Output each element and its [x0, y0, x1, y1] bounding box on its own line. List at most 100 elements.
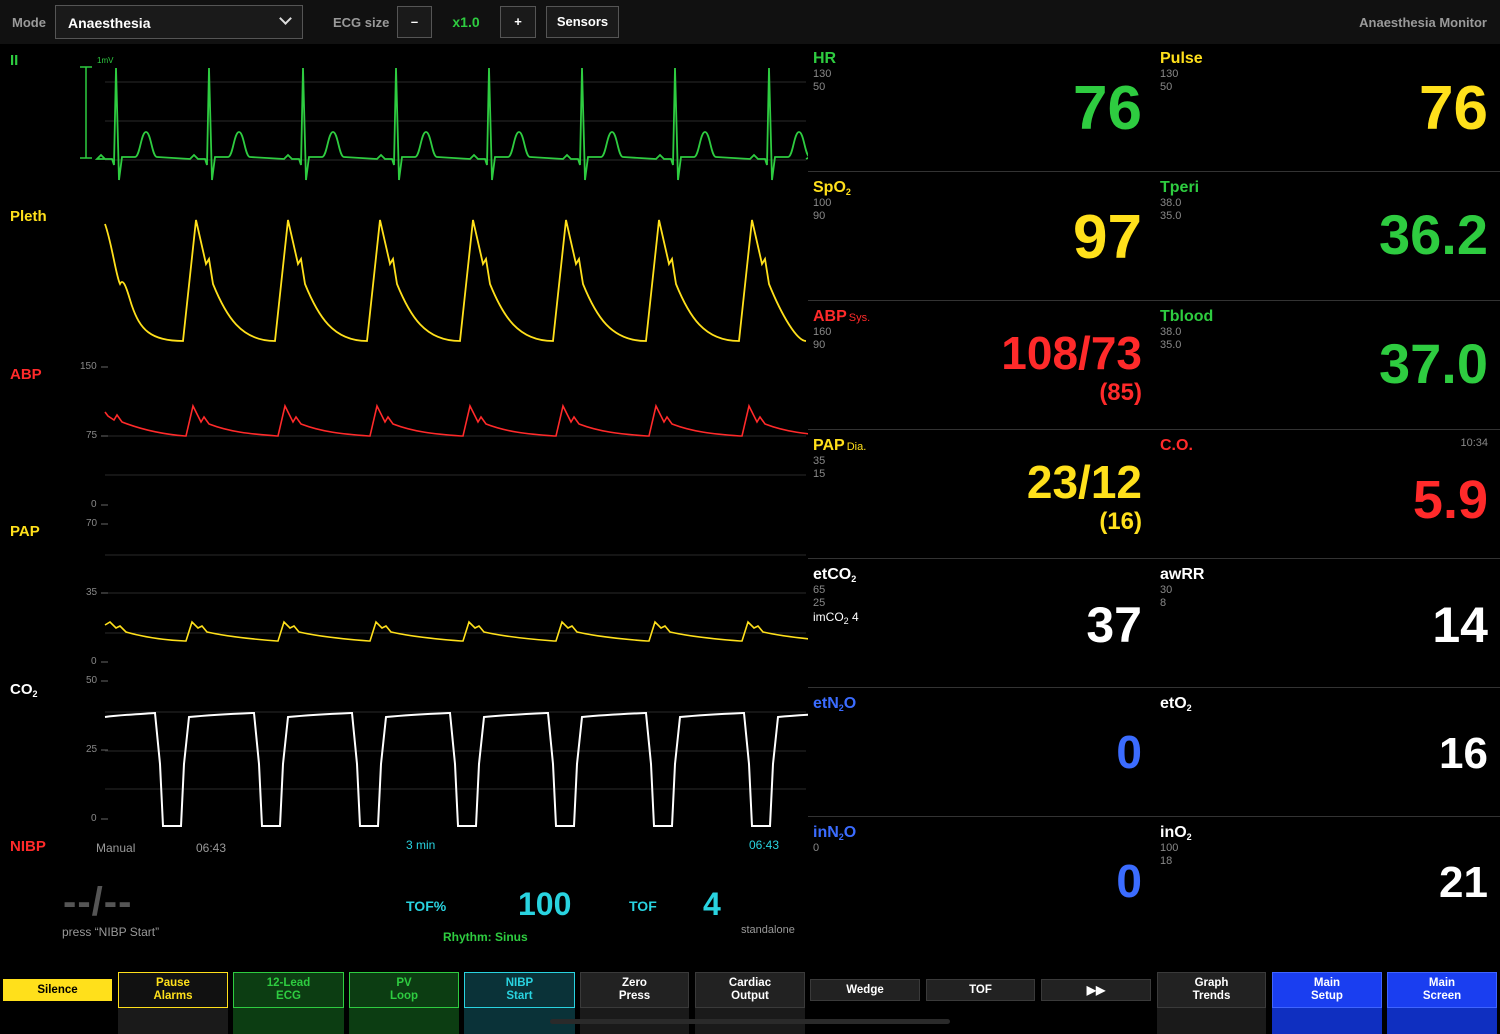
tblood-low-limit: 35.0	[1160, 339, 1182, 351]
pause-alarms-button[interactable]: Pause Alarms	[118, 972, 228, 1008]
awrr-low-limit: 8	[1160, 597, 1167, 609]
spo2-label: SpO2	[813, 179, 851, 197]
tperi-value: 36.2	[1379, 203, 1488, 266]
nibp-interval: 3 min	[406, 838, 436, 852]
nibp-time: 06:43	[196, 841, 227, 855]
spo2-tile[interactable]: SpO2 100 90 97	[808, 173, 1154, 301]
abp-tile[interactable]: ABP Sys. 160 90 108/73 (85)	[808, 302, 1154, 430]
spo2-value: 97	[1073, 203, 1142, 272]
nibp-label: NIBP	[10, 838, 46, 855]
abp-waveform	[104, 403, 808, 437]
tof-pct-label: TOF%	[406, 898, 447, 914]
hr-value: 76	[1073, 74, 1142, 143]
ino2-label: inO2	[1160, 824, 1192, 842]
awrr-tile[interactable]: awRR 30 8 14	[1154, 560, 1500, 688]
tblood-high-limit: 38.0	[1160, 326, 1182, 338]
pap-waveform	[104, 620, 808, 642]
tperi-tile[interactable]: Tperi 38.0 35.0 36.2	[1154, 173, 1500, 301]
tof-button[interactable]: TOF	[926, 979, 1035, 1001]
tof-label: TOF	[629, 898, 657, 914]
ecg-calibration-bar	[80, 66, 92, 159]
co-value: 5.9	[1412, 470, 1488, 530]
inn2o-value: 0	[1116, 855, 1142, 907]
pulse-low-limit: 50	[1160, 81, 1173, 93]
top-bar: Mode Anaesthesia ECG size – x1.0 + Senso…	[0, 0, 1500, 44]
pap-value: 23/12	[1026, 456, 1142, 508]
abp-tile-label: ABP Sys.	[813, 308, 871, 325]
ecg-scale-label: 1mV	[97, 56, 114, 65]
waveform-canvas	[80, 66, 808, 827]
pleth-waveform	[104, 219, 807, 342]
ecg-waveform	[94, 67, 808, 181]
co-tile[interactable]: C.O. 10:34 5.9	[1154, 431, 1500, 559]
tblood-tile[interactable]: Tblood 38.0 35.0 37.0	[1154, 302, 1500, 430]
ino2-tile[interactable]: inO2 100 18 21	[1154, 818, 1500, 946]
cardiac-output-button[interactable]: Cardiac Output	[695, 972, 805, 1008]
graph-trends-button[interactable]: Graph Trends	[1157, 972, 1266, 1008]
hr-label: HR	[813, 50, 837, 67]
waveform-panel: II 1mV Pleth ABP 150 75 0 PAP 70 35 0 CO…	[0, 44, 808, 864]
eto2-label: etO2	[1160, 695, 1192, 713]
pap-low-limit: 15	[813, 468, 826, 480]
silence-button[interactable]: Silence	[3, 979, 112, 1001]
co-time: 10:34	[1460, 437, 1488, 449]
ino2-value: 21	[1439, 858, 1488, 907]
co2-scale-high: 50	[86, 675, 98, 686]
pleth-label: Pleth	[10, 208, 47, 225]
12-lead-ecg-button[interactable]: 12-Lead ECG	[233, 972, 344, 1008]
etn2o-value: 0	[1116, 726, 1142, 778]
nibp-start-button[interactable]: NIBP Start	[464, 972, 575, 1008]
mode-select-value: Anaesthesia	[68, 15, 151, 31]
chevron-down-icon	[279, 12, 292, 25]
wedge-button[interactable]: Wedge	[810, 979, 920, 1001]
forward-icon[interactable]: ▶▶	[1041, 979, 1151, 1001]
scroll-handle[interactable]	[550, 1019, 950, 1024]
etco2-tile[interactable]: etCO2 65 25 imCO2 4 37	[808, 560, 1154, 688]
awrr-value: 14	[1432, 597, 1488, 653]
co-label: C.O.	[1160, 437, 1193, 454]
main-setup-button[interactable]: Main Setup	[1272, 972, 1382, 1008]
abp-low-limit: 90	[813, 339, 826, 351]
pap-tile[interactable]: PAP Dia. 35 15 23/12 (16)	[808, 431, 1154, 559]
ecg-size-increase-button[interactable]: +	[500, 6, 536, 38]
tperi-low-limit: 35.0	[1160, 210, 1182, 222]
pap-tile-label: PAP Dia.	[813, 437, 867, 454]
nibp-next-time: 06:43	[749, 838, 780, 852]
hr-tile[interactable]: HR 130 50 76	[808, 44, 1154, 172]
etco2-value: 37	[1086, 597, 1142, 653]
pv-loop-button[interactable]: PV Loop	[349, 972, 459, 1008]
ecg-size-value: x1.0	[452, 14, 480, 30]
imco2-readout: imCO2 4	[813, 610, 859, 626]
mode-select[interactable]: Anaesthesia	[55, 5, 303, 39]
ecg-label: II	[10, 52, 19, 69]
pap-scale-high: 70	[86, 518, 98, 529]
co2-scale-low: 0	[91, 813, 97, 824]
pulse-tile[interactable]: Pulse 130 50 76	[1154, 44, 1500, 172]
tblood-label: Tblood	[1160, 308, 1214, 325]
tperi-label: Tperi	[1160, 179, 1200, 196]
nibp-mode: Manual	[96, 841, 136, 855]
vitals-panel: HR 130 50 76 Pulse 130 50 76 SpO2 100 90…	[808, 44, 1500, 946]
main-screen-button[interactable]: Main Screen	[1387, 972, 1497, 1008]
ecg-size-label: ECG size	[333, 15, 390, 30]
bottom-button-bar: Silence Pause Alarms 12-Lead ECG PV Loop…	[0, 946, 1500, 1034]
abp-mean-value: (85)	[1099, 379, 1142, 406]
tperi-high-limit: 38.0	[1160, 197, 1182, 209]
etco2-label: etCO2	[813, 566, 857, 584]
etn2o-tile[interactable]: etN2O 0	[808, 689, 1154, 817]
zero-press-button[interactable]: Zero Press	[580, 972, 689, 1008]
eto2-value: 16	[1439, 729, 1488, 778]
sensors-button[interactable]: Sensors	[546, 6, 619, 38]
inn2o-tile[interactable]: inN2O 0 0	[808, 818, 1154, 946]
abp-label: ABP	[10, 366, 42, 383]
inn2o-label: inN2O	[813, 824, 857, 842]
app-title: Anaesthesia Monitor	[1359, 15, 1487, 30]
pap-high-limit: 35	[813, 455, 826, 467]
pap-label: PAP	[10, 523, 40, 540]
pap-scale-mid: 35	[86, 587, 98, 598]
abp-scale-high: 150	[80, 361, 97, 372]
ecg-size-decrease-button[interactable]: –	[397, 6, 432, 38]
awrr-high-limit: 30	[1160, 584, 1173, 596]
eto2-tile[interactable]: etO2 16	[1154, 689, 1500, 817]
abp-value: 108/73	[1001, 327, 1142, 379]
